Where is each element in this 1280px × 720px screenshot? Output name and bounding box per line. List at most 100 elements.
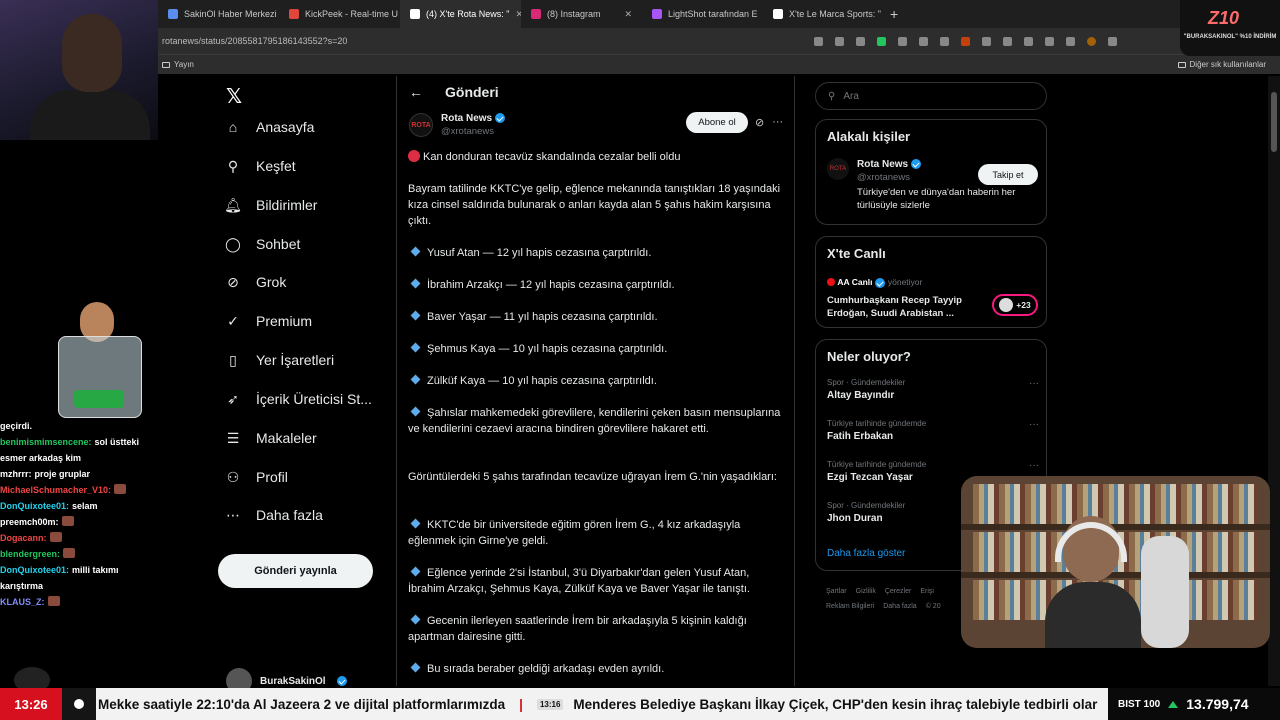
blue-diamond-icon: [410, 406, 421, 417]
bist-value: 13.799,74: [1186, 696, 1249, 712]
bookmark-item[interactable]: Yayın: [158, 60, 194, 69]
footer-link[interactable]: Daha fazla: [883, 603, 916, 610]
chat-username[interactable]: Dogacann:: [0, 533, 47, 543]
nav-item-2[interactable]: ⚲ Keşfet: [224, 157, 296, 175]
browser-tab[interactable]: LightShot tarafından E✕: [642, 0, 763, 28]
nav-item-9[interactable]: ☰ Makaleler: [224, 429, 317, 447]
footer-link[interactable]: Gizlilik: [856, 588, 876, 595]
streamer-webcam: [961, 476, 1270, 648]
blue-diamond-icon: [410, 342, 421, 353]
post-button[interactable]: Gönderi yayınla: [218, 554, 373, 588]
author-avatar[interactable]: ROTA: [409, 113, 433, 137]
author-name[interactable]: Rota News: [441, 113, 492, 124]
live-text[interactable]: Cumhurbaşkanı Recep Tayyip Erdoğan, Suud…: [827, 294, 977, 320]
footer-link[interactable]: Çerezler: [885, 588, 911, 595]
chat-username[interactable]: MichaelSchumacher_V10:: [0, 485, 111, 495]
headphones: [1055, 522, 1127, 562]
nav-item-4[interactable]: ◯ Sohbet: [224, 235, 300, 253]
home-icon: ⌂: [228, 119, 238, 135]
back-arrow-icon[interactable]: ←: [409, 84, 423, 100]
nav-item-5[interactable]: ⊘ Grok: [224, 273, 286, 291]
nav-item-7[interactable]: ▯ Yer İşaretleri: [224, 351, 334, 369]
browser-tab[interactable]: (4) X'te Rota News: " ✕: [400, 0, 521, 28]
footer-link[interactable]: Şartlar: [826, 588, 847, 595]
extension-icon[interactable]: [1045, 36, 1054, 46]
x-logo-icon[interactable]: 𝕏: [226, 84, 242, 109]
avatar[interactable]: ROTA: [827, 158, 849, 180]
browser-tab[interactable]: X'te Le Marca Sports: "✕: [763, 0, 884, 28]
nav-item-6[interactable]: ✓ Premium: [224, 312, 312, 330]
news-ticker: 13:26 Mekke saatiyle 22:10'da Al Jazeera…: [0, 688, 1280, 720]
search-icon: ⚲: [227, 157, 239, 174]
scrollbar-thumb[interactable]: [1271, 92, 1277, 152]
extension-icon[interactable]: [919, 36, 928, 46]
subscribe-button[interactable]: Abone ol: [686, 112, 748, 133]
tab-bar: SakinOl Haber Merkezi✕KickPeek - Real-ti…: [158, 0, 1280, 28]
live-source-name: AA Canlı: [837, 277, 873, 287]
more-options-icon[interactable]: ···: [1029, 378, 1039, 389]
footer-link[interactable]: © 20: [926, 603, 941, 610]
refresh-icon[interactable]: [982, 36, 991, 46]
grok-icon[interactable]: ⊘: [755, 116, 764, 129]
search-box[interactable]: ⚲ Ara: [815, 82, 1047, 110]
extension-icon[interactable]: [877, 36, 886, 46]
other-bookmarks[interactable]: Diğer sık kullanılanlar: [1177, 60, 1280, 69]
chat-username[interactable]: preemch00m:: [0, 517, 59, 527]
more-options-icon[interactable]: ···: [1029, 460, 1039, 471]
chat-username[interactable]: DonQuixotee01:: [0, 501, 69, 511]
address-bar[interactable]: rotanews/status/2085581795186143552?s=20: [158, 28, 1280, 54]
chat-username[interactable]: DonQuixotee01:: [0, 565, 69, 575]
extension-icon[interactable]: [1066, 36, 1075, 46]
nav-item-8[interactable]: ➶ İçerik Üreticisi St...: [224, 390, 372, 408]
extension-icon[interactable]: [814, 36, 823, 46]
footer-link[interactable]: Erişi: [920, 588, 934, 595]
live-action: yönetiyor: [887, 277, 923, 287]
post-bullet-text: Yusuf Atan — 12 yıl hapis cezasına çarpt…: [427, 247, 652, 259]
extension-icon[interactable]: [898, 36, 907, 46]
trend-meta: Spor · Gündemdekiler: [827, 378, 906, 387]
avatar[interactable]: [1087, 36, 1096, 46]
star-icon[interactable]: [856, 36, 865, 46]
extension-icon[interactable]: [835, 36, 844, 46]
more-options-icon[interactable]: ···: [772, 116, 783, 129]
page-title: Gönderi: [445, 84, 499, 100]
follow-button[interactable]: Takip et: [978, 164, 1038, 185]
post-bullet-text: Şehmus Kaya — 10 yıl hapis cezasına çarp…: [427, 343, 668, 355]
nav-item-10[interactable]: ⚇ Profil: [224, 468, 288, 486]
trend-item[interactable]: Türkiye tarihinde gündemde Fatih Erbakan ·…: [827, 419, 1039, 442]
browser-tab[interactable]: (8) Instagram ✕: [521, 0, 642, 28]
live-source[interactable]: AA Canlı yönetiyor: [827, 277, 922, 288]
tab-label: SakinOl Haber Merkezi: [184, 9, 277, 19]
chat-username[interactable]: benimismimsencene:: [0, 437, 92, 447]
trend-item[interactable]: Spor · Gündemdekiler Altay Bayındır ···: [827, 378, 1039, 401]
footer-link[interactable]: Reklam Bilgileri: [826, 603, 874, 610]
nav-label: Bildirimler: [256, 197, 318, 213]
extension-icon[interactable]: [940, 36, 949, 46]
chat-username[interactable]: blendergreen:: [0, 549, 60, 559]
more-options-icon[interactable]: ···: [1029, 419, 1039, 430]
red-circle-icon: [408, 150, 420, 162]
nav-label: Anasayfa: [256, 119, 315, 135]
post-author[interactable]: ROTA Rota News @xrotanews: [409, 112, 506, 138]
avatar: [999, 298, 1014, 312]
nav-item-3[interactable]: 🔔︎ Bildirimler: [224, 196, 317, 214]
author-handle[interactable]: @xrotanews: [441, 125, 505, 138]
browser-tab[interactable]: KickPeek - Real-time U✕: [279, 0, 400, 28]
post-bullet: Baver Yaşar — 11 yıl hapis cezasına çarp…: [408, 309, 784, 325]
menu-icon[interactable]: [1108, 36, 1117, 46]
chat-username[interactable]: KLAUS_Z:: [0, 597, 45, 607]
show-more-link[interactable]: Daha fazla göster: [827, 548, 905, 559]
browser-tab[interactable]: SakinOl Haber Merkezi✕: [158, 0, 279, 28]
nav-item-11[interactable]: ⋯ Daha fazla: [224, 506, 323, 524]
chat-username[interactable]: mzhrrr:: [0, 469, 32, 479]
close-icon[interactable]: ✕: [624, 9, 632, 20]
tab-label: LightShot tarafından E: [668, 9, 758, 19]
favorites-icon[interactable]: [1024, 36, 1033, 46]
tab-favicon-icon: [289, 9, 299, 19]
extension-icon[interactable]: [961, 36, 970, 46]
url-text[interactable]: rotanews/status/2085581795186143552?s=20: [158, 36, 778, 46]
live-listeners-badge[interactable]: +23: [992, 294, 1038, 316]
nav-item-1[interactable]: ⌂ Anasayfa: [224, 118, 315, 136]
extension-icon[interactable]: [1003, 36, 1012, 46]
new-tab-icon[interactable]: +: [884, 6, 904, 22]
